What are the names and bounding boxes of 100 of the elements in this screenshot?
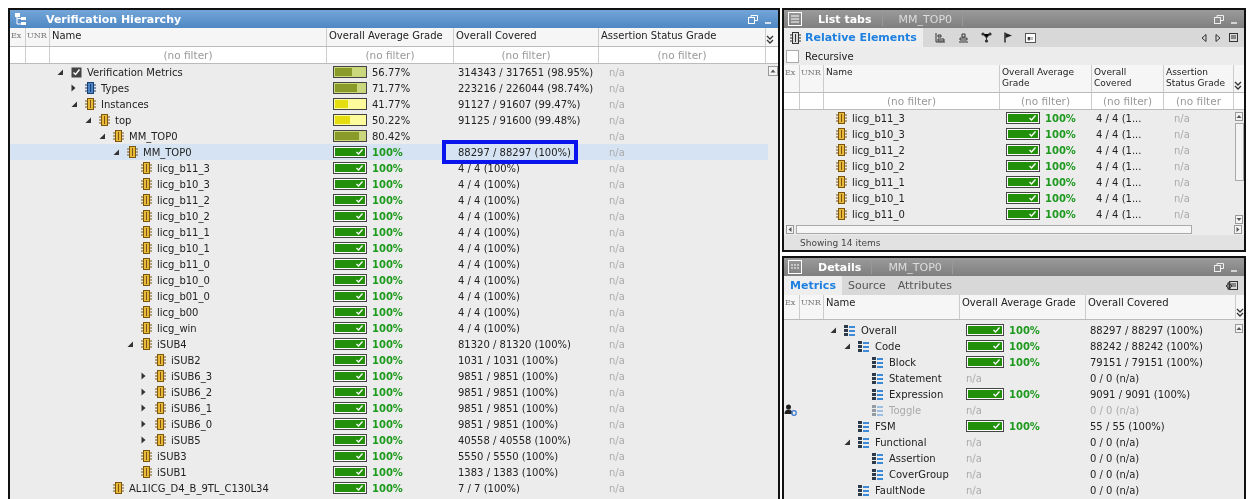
column-menu-icon[interactable] — [1236, 307, 1244, 317]
tree-row[interactable]: Types 71.77% 223216 / 226044 (98.74%) n/a — [10, 80, 768, 96]
column-header[interactable]: Overall Average Grade — [327, 28, 454, 46]
scroll-thumb[interactable] — [796, 225, 1192, 234]
column-header[interactable]: Assertion Status Grade — [599, 28, 766, 46]
tree-row[interactable]: licg_b11_1 100% 4 / 4 (100%) n/a — [10, 224, 768, 240]
expanded-arrow-icon[interactable] — [99, 132, 106, 140]
flag-icon[interactable] — [1003, 32, 1013, 43]
tree-row[interactable]: top 50.22% 91125 / 91600 (99.48%) n/a — [10, 112, 768, 128]
box-icon[interactable] — [1024, 32, 1036, 43]
list-row[interactable]: licg_b11_0 100% 4 / 4 (1... n/a — [784, 206, 1234, 222]
column-header[interactable]: Assertion Status Grade — [1164, 65, 1234, 92]
metric-row[interactable]: Code 100% 88242 / 88242 (100%) — [784, 338, 1234, 354]
view-tab[interactable]: Attributes — [891, 276, 959, 295]
metric-row[interactable]: Assertion n/a 0 / 0 (n/a) — [784, 450, 1234, 466]
tree-row[interactable]: licg_b11_3 100% 4 / 4 (100%) n/a — [10, 160, 768, 176]
column-menu-icon[interactable] — [1234, 80, 1242, 90]
scroll-thumb[interactable] — [1234, 123, 1244, 181]
list-row[interactable]: licg_b10_2 100% 4 / 4 (1... n/a — [784, 158, 1234, 174]
scroll-up-icon[interactable] — [1235, 112, 1243, 121]
restore-icon[interactable] — [748, 14, 758, 24]
metric-row[interactable]: Statement n/a 0 / 0 (n/a) — [784, 370, 1234, 386]
metric-row[interactable]: Block 100% 79151 / 79151 (100%) — [784, 354, 1234, 370]
nodes-icon[interactable] — [980, 32, 992, 43]
bars-icon[interactable] — [957, 32, 969, 43]
tree-row[interactable]: licg_b00 100% 4 / 4 (100%) n/a — [10, 304, 768, 320]
collapsed-arrow-icon[interactable] — [141, 372, 146, 380]
metric-row[interactable]: FSM 100% 55 / 55 (100%) — [784, 418, 1234, 434]
column-header[interactable]: Overall Average Grade — [1000, 65, 1092, 92]
column-header[interactable]: Name — [824, 65, 1000, 92]
collapsed-arrow-icon[interactable] — [141, 436, 146, 444]
tree-row[interactable]: licg_b10_2 100% 4 / 4 (100%) n/a — [10, 208, 768, 224]
column-header[interactable]: Overall Covered — [1092, 65, 1164, 92]
restore-icon[interactable] — [1214, 14, 1224, 24]
tree-row[interactable]: iSUB6_3 100% 9851 / 9851 (100%) n/a — [10, 368, 768, 384]
restore-icon[interactable] — [1214, 262, 1224, 272]
metric-row[interactable]: CoverGroup n/a 0 / 0 (n/a) — [784, 466, 1234, 482]
tree-row[interactable]: licg_b10_1 100% 4 / 4 (100%) n/a — [10, 240, 768, 256]
expanded-arrow-icon[interactable] — [113, 148, 120, 156]
tree-row[interactable]: iSUB2 100% 1031 / 1031 (100%) n/a — [10, 352, 768, 368]
column-header[interactable]: Overall Average Grade — [960, 295, 1086, 319]
tree-row[interactable]: licg_b10_3 100% 4 / 4 (100%) n/a — [10, 176, 768, 192]
column-header[interactable]: Overall Covered — [1086, 295, 1236, 319]
view-tab[interactable]: Metrics — [784, 276, 842, 295]
recursive-checkbox[interactable] — [786, 49, 799, 63]
scroll-up-icon[interactable] — [768, 66, 778, 76]
tree-row[interactable]: licg_b01_0 100% 4 / 4 (100%) n/a — [10, 288, 768, 304]
list-row[interactable]: licg_b10_1 100% 4 / 4 (1... n/a — [784, 190, 1234, 206]
column-header[interactable]: UNR — [26, 28, 50, 46]
tree-row[interactable]: iSUB4 100% 81320 / 81320 (100%) n/a — [10, 336, 768, 352]
tree-row[interactable]: iSUB3 100% 5550 / 5550 (100%) n/a — [10, 448, 768, 464]
tree-row[interactable]: licg_b10_0 100% 4 / 4 (100%) n/a — [10, 272, 768, 288]
collapsed-arrow-icon[interactable] — [141, 420, 146, 428]
list-row[interactable]: licg_b11_3 100% 4 / 4 (1... n/a — [784, 110, 1234, 126]
tree-row[interactable]: iSUB6_0 100% 9851 / 9851 (100%) n/a — [10, 416, 768, 432]
list-row[interactable]: licg_b10_3 100% 4 / 4 (1... n/a — [784, 126, 1234, 142]
expanded-arrow-icon[interactable] — [844, 342, 851, 350]
scroll-left-icon[interactable] — [786, 225, 794, 234]
tree-row[interactable]: iSUB1 100% 1383 / 1383 (100%) n/a — [10, 464, 768, 480]
node-label: iSUB3 — [157, 450, 187, 462]
expanded-arrow-icon[interactable] — [57, 68, 64, 76]
column-header[interactable]: UNR — [800, 295, 824, 319]
tree-row[interactable]: iSUB5 100% 40558 / 40558 (100%) n/a — [10, 432, 768, 448]
expanded-arrow-icon[interactable] — [127, 340, 134, 348]
tree-row[interactable]: AL1ICG_D4_B_9TL_C130L34 100% 7 / 7 (100%) n/a — [10, 480, 768, 496]
metric-row[interactable]: Functional n/a 0 / 0 (n/a) — [784, 434, 1234, 450]
scroll-right-icon[interactable] — [1234, 225, 1242, 234]
scroll-down-icon[interactable] — [1235, 215, 1243, 224]
expanded-arrow-icon[interactable] — [844, 438, 851, 446]
collapsed-arrow-icon[interactable] — [141, 388, 146, 396]
tree-row[interactable]: Instances 41.77% 91127 / 91607 (99.47%) n/a — [10, 96, 768, 112]
metric-row[interactable]: Overall 100% 88297 / 88297 (100%) — [784, 322, 1234, 338]
column-header[interactable]: Name — [50, 28, 327, 46]
tree-row[interactable]: MM_TOP0 80.42% n/a — [10, 128, 768, 144]
bars-icon[interactable] — [934, 32, 946, 43]
tree-row[interactable]: licg_b11_0 100% 4 / 4 (100%) n/a — [10, 256, 768, 272]
list-row[interactable]: licg_b11_2 100% 4 / 4 (1... n/a — [784, 142, 1234, 158]
column-header[interactable]: Name — [824, 295, 960, 319]
view-tab[interactable]: Source — [841, 276, 892, 295]
tree-row[interactable]: licg_b11_2 100% 4 / 4 (100%) n/a — [10, 192, 768, 208]
column-header[interactable]: UNR — [800, 65, 824, 92]
list-row[interactable]: licg_b11_1 100% 4 / 4 (1... n/a — [784, 174, 1234, 190]
scroll-up-icon[interactable] — [1235, 324, 1243, 333]
expanded-arrow-icon[interactable] — [830, 326, 837, 334]
tree-row[interactable]: licg_win 100% 4 / 4 (100%) n/a — [10, 320, 768, 336]
column-header[interactable]: Ex — [10, 28, 26, 46]
metric-row[interactable]: Expression 100% 9091 / 9091 (100%) — [784, 386, 1234, 402]
column-header[interactable]: Ex — [784, 295, 800, 319]
collapsed-arrow-icon[interactable] — [141, 404, 146, 412]
expanded-arrow-icon[interactable] — [71, 100, 78, 108]
column-menu-icon[interactable] — [766, 34, 774, 44]
tree-row[interactable]: MM_TOP0 100% 88297 / 88297 (100%) n/a — [10, 144, 768, 160]
column-header[interactable]: Overall Covered — [454, 28, 599, 46]
column-header[interactable]: Ex — [784, 65, 800, 92]
metric-row[interactable]: FaultNode n/a 0 / 0 (n/a) — [784, 482, 1234, 498]
tree-row[interactable]: iSUB6_1 100% 9851 / 9851 (100%) n/a — [10, 400, 768, 416]
tree-row[interactable]: iSUB6_2 100% 9851 / 9851 (100%) n/a — [10, 384, 768, 400]
expanded-arrow-icon[interactable] — [85, 116, 92, 124]
collapsed-arrow-icon[interactable] — [71, 84, 76, 92]
tree-row[interactable]: Verification Metrics 56.77% 314343 / 317651 (98.95%) n/a — [10, 64, 768, 80]
